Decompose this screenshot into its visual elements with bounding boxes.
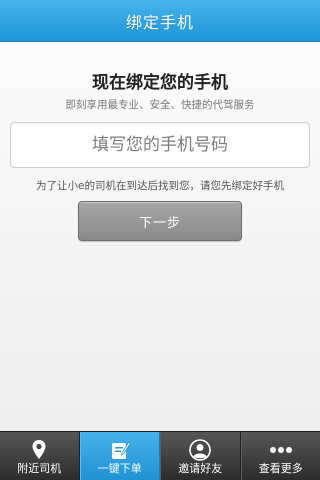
tab-one-click-order[interactable]: 一键下单 (79, 432, 160, 480)
location-pin-icon (27, 439, 51, 461)
tab-nearby-drivers[interactable]: 附近司机 (0, 432, 80, 480)
edit-note-icon (108, 439, 132, 461)
hint-text: 为了让小e的司机在到达后找到您，请您先绑定好手机 (36, 180, 284, 192)
more-dots-icon (269, 439, 293, 461)
tab-label: 一键下单 (97, 462, 142, 475)
next-step-label: 下一步 (138, 215, 181, 231)
bind-phone-panel: 现在绑定您的手机 即刻享用最专业、安全、快捷的代驾服务 为了让小e的司机在到达后… (0, 42, 320, 431)
tab-label: 附近司机 (17, 462, 62, 475)
title-bar: 绑定手机 (0, 0, 320, 42)
tab-label: 查看更多 (258, 462, 303, 475)
next-step-button[interactable]: 下一步 (78, 201, 242, 241)
phone-number-input[interactable] (10, 122, 310, 168)
tab-invite-friends[interactable]: 邀请好友 (160, 432, 241, 480)
subheadline: 即刻享用最专业、安全、快捷的代驾服务 (65, 99, 255, 111)
user-avatar-icon (188, 439, 212, 461)
headline: 现在绑定您的手机 (92, 73, 228, 93)
page-title: 绑定手机 (125, 12, 194, 32)
bottom-tab-bar: 附近司机 一键下单 邀请好友 查看更多 (0, 431, 320, 480)
tab-label: 邀请好友 (178, 462, 223, 475)
tab-see-more[interactable]: 查看更多 (240, 432, 320, 480)
